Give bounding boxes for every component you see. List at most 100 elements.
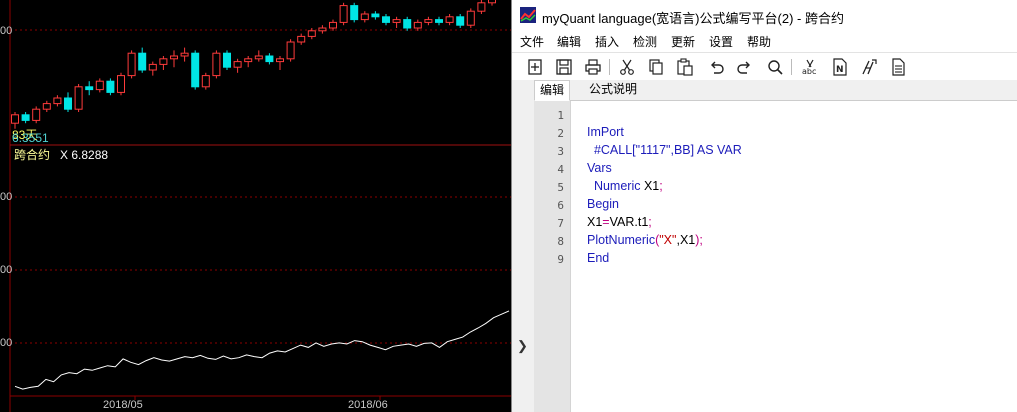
- candle-body-down: [382, 16, 390, 23]
- code-token: "X": [659, 233, 677, 247]
- copy-button[interactable]: [645, 56, 667, 78]
- toolbar: abc N: [512, 52, 1017, 82]
- candle-body-down: [138, 52, 147, 71]
- candle-body-down: [21, 114, 30, 121]
- code-token: X1: [587, 215, 603, 229]
- chart-canvas[interactable]: [0, 0, 511, 412]
- candle-body-up: [32, 108, 41, 121]
- candle-body-down: [371, 13, 380, 18]
- find-button[interactable]: [764, 56, 786, 78]
- window-title: myQuant language(宽语言)公式编写平台(2) - 跨合约: [542, 11, 844, 26]
- line-number: 9: [557, 253, 564, 266]
- toolbar-separator: [609, 59, 610, 75]
- notes-button[interactable]: [887, 56, 909, 78]
- code-editor[interactable]: 1 2 3 4 5 6 7 8 9 ImPort #CALL["1117",BB…: [534, 101, 1017, 412]
- menu-bar: 文件 编辑 插入 检测 更新 设置 帮助: [512, 30, 1017, 52]
- spellcheck-button[interactable]: abc: [799, 56, 821, 78]
- candle-body-up: [360, 13, 369, 21]
- main-series-value: 6.3551: [12, 131, 49, 145]
- find-icon: [768, 60, 783, 75]
- candle-body-up: [95, 80, 104, 91]
- candle-body-up: [233, 61, 242, 68]
- code-token: =: [602, 215, 610, 229]
- notes-icon: [892, 58, 905, 76]
- code-line: PlotNumeric("X",X1);: [587, 233, 703, 247]
- paste-button[interactable]: [674, 56, 696, 78]
- save-button[interactable]: [553, 56, 575, 78]
- x-axis-date-label: 2018/06: [348, 399, 388, 411]
- candle-body-down: [85, 86, 94, 91]
- line-number: 3: [557, 145, 564, 158]
- candle-body-up: [74, 86, 83, 110]
- y-axis-label: 00: [0, 337, 13, 349]
- spellcheck-icon: abc: [802, 59, 816, 76]
- code-token: X1: [643, 179, 660, 193]
- tools-button[interactable]: [858, 56, 880, 78]
- menu-edit[interactable]: 编辑: [557, 33, 581, 50]
- code-line: ImPort: [587, 125, 624, 139]
- code-token: ;: [659, 179, 663, 193]
- candle-body-down: [64, 97, 72, 110]
- print-icon: [585, 59, 601, 75]
- print-button[interactable]: [582, 56, 604, 78]
- candle-body-up: [488, 0, 496, 4]
- menu-file[interactable]: 文件: [520, 33, 544, 50]
- redo-button[interactable]: [734, 56, 756, 78]
- candle-body-down: [265, 55, 274, 63]
- menu-settings[interactable]: 设置: [709, 33, 733, 50]
- indicator-line: [14, 310, 510, 390]
- candlestick-series: [11, 0, 496, 129]
- candle-body-up: [201, 75, 210, 88]
- candle-body-up: [53, 97, 62, 105]
- candle-body-down: [435, 19, 443, 23]
- menu-insert[interactable]: 插入: [595, 33, 619, 50]
- line-number: 2: [557, 127, 564, 140]
- line-number-gutter: 1 2 3 4 5 6 7 8 9: [534, 101, 571, 412]
- undo-button[interactable]: [705, 56, 727, 78]
- candle-body-up: [276, 58, 284, 63]
- code-token: ,X1: [676, 233, 696, 247]
- candle-body-up: [212, 52, 221, 77]
- candle-body-up: [424, 19, 433, 23]
- chart-pane[interactable]: 83天 6.3551 跨合约 X 6.8288 00 00 00 00 2018…: [0, 0, 511, 412]
- candle-body-up: [477, 2, 486, 12]
- candle-body-up: [127, 52, 136, 77]
- tab-edit[interactable]: 编辑: [534, 80, 571, 101]
- candle-body-up: [254, 55, 263, 60]
- menu-update[interactable]: 更新: [671, 33, 695, 50]
- line-number: 8: [557, 235, 564, 248]
- expand-panel-icon[interactable]: ❯: [517, 338, 528, 354]
- code-line: #CALL["1117",BB] AS VAR: [587, 143, 742, 157]
- grid-lines: [9, 0, 511, 412]
- menu-check[interactable]: 检测: [633, 33, 657, 50]
- new-button[interactable]: [524, 56, 546, 78]
- tab-formula-description[interactable]: 公式说明: [584, 80, 642, 100]
- candle-body-up: [339, 5, 348, 23]
- candle-body-up: [159, 58, 168, 65]
- copy-icon: [649, 59, 663, 75]
- candle-body-down: [106, 80, 115, 93]
- code-line: Vars: [587, 161, 612, 175]
- y-axis-label: 00: [0, 264, 13, 276]
- candle-body-up: [307, 30, 316, 37]
- save-icon: [556, 59, 572, 75]
- y-axis-label: 00: [0, 191, 13, 203]
- candle-body-up: [180, 52, 189, 57]
- candle-body-up: [297, 35, 306, 43]
- code-line: Begin: [587, 197, 619, 211]
- candle-body-up: [466, 10, 475, 26]
- candle-body-up: [42, 103, 51, 110]
- indicator-series: [14, 310, 510, 390]
- candle-body-up: [244, 58, 253, 63]
- formula-editor-window: myQuant language(宽语言)公式编写平台(2) - 跨合约 文件 …: [511, 0, 1017, 412]
- document-n-button[interactable]: N: [829, 56, 851, 78]
- app-logo-icon: [520, 7, 536, 23]
- code-line: End: [587, 251, 610, 265]
- title-bar[interactable]: myQuant language(宽语言)公式编写平台(2) - 跨合约: [512, 0, 1017, 30]
- cut-button[interactable]: [616, 56, 638, 78]
- candle-body-up: [117, 75, 125, 93]
- code-line: X1=VAR.t1;: [587, 215, 652, 229]
- candle-body-up: [11, 114, 19, 124]
- line-number: 7: [557, 217, 564, 230]
- menu-help[interactable]: 帮助: [747, 33, 771, 50]
